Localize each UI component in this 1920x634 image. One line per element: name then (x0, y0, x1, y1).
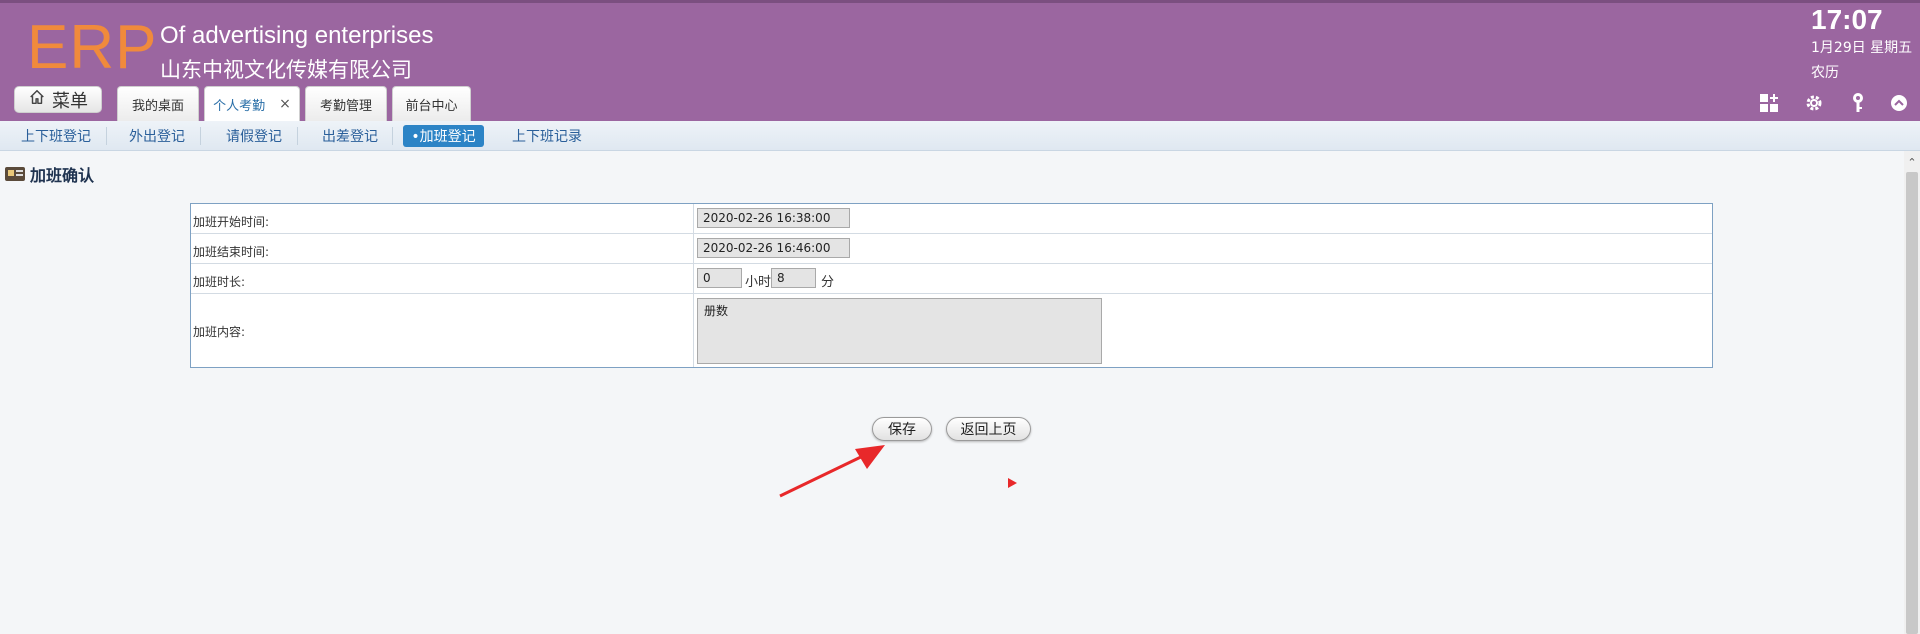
subnav-commute-registration[interactable]: 上下班登记 (14, 125, 98, 147)
duration-label: 加班时长: (193, 275, 246, 289)
app-header: ERP Of advertising enterprises 山东中视文化传媒有… (0, 0, 1920, 121)
start-time-label: 加班开始时间: (193, 215, 270, 229)
annotation-arrow-icon (779, 445, 885, 498)
sub-navigation: 上下班登记 外出登记 请假登记 出差登记 •加班登记 上下班记录 (0, 121, 1920, 151)
tab-close-icon[interactable]: × (279, 96, 291, 112)
tab-front-center[interactable]: 前台中心 (392, 86, 471, 121)
tab-label: 个人考勤 (213, 98, 266, 114)
minutes-unit: 分 (821, 275, 835, 290)
confirm-icon (5, 167, 25, 181)
column-divider (693, 294, 694, 367)
subnav-divider (200, 127, 201, 145)
tab-personal-attendance[interactable]: 个人考勤 × (204, 86, 300, 121)
menu-button[interactable]: 菜单 (14, 86, 102, 113)
minutes-field[interactable]: 8 (771, 268, 816, 288)
subnav-overtime-registration[interactable]: •加班登记 (403, 125, 484, 147)
subnav-leave-registration[interactable]: 请假登记 (219, 125, 289, 147)
page-title: 加班确认 (4, 162, 94, 186)
company-name-cn: 山东中视文化传媒有限公司 (160, 58, 412, 82)
header-top-line (0, 0, 1920, 3)
form-row-duration: 加班时长: 0 小时 8 分 (191, 264, 1712, 294)
form-row-end: 加班结束时间: 2020-02-26 16:46:00 (191, 234, 1712, 264)
subnav-outing-registration[interactable]: 外出登记 (122, 125, 192, 147)
tab-label: 前台中心 (405, 98, 458, 114)
content-label: 加班内容: (193, 325, 246, 339)
erp-logo: ERP (27, 13, 158, 82)
hours-field[interactable]: 0 (697, 268, 742, 288)
overtime-form: 加班开始时间: 2020-02-26 16:38:00 加班结束时间: 2020… (190, 203, 1713, 368)
page-title-text: 加班确认 (30, 166, 95, 185)
lunar-calendar-link[interactable]: 农历 (1811, 62, 1839, 82)
end-time-field[interactable]: 2020-02-26 16:46:00 (697, 238, 850, 258)
tab-label: 我的桌面 (131, 98, 184, 114)
form-row-start: 加班开始时间: 2020-02-26 16:38:00 (191, 204, 1712, 234)
subnav-commute-records[interactable]: 上下班记录 (505, 125, 589, 147)
hours-unit: 小时 (745, 275, 772, 290)
end-time-label: 加班结束时间: (193, 245, 270, 259)
subnav-divider (392, 127, 393, 145)
subnav-business-trip-registration[interactable]: 出差登记 (315, 125, 385, 147)
column-divider (693, 264, 694, 293)
start-time-field[interactable]: 2020-02-26 16:38:00 (697, 208, 850, 228)
subnav-divider (297, 127, 298, 145)
save-button[interactable]: 保存 (872, 417, 932, 441)
column-divider (693, 204, 694, 233)
gear-icon[interactable] (1803, 92, 1825, 114)
tab-label: 考勤管理 (319, 98, 372, 114)
grid-add-icon[interactable] (1758, 92, 1780, 114)
menu-label: 菜单 (52, 90, 88, 112)
scroll-thumb[interactable] (1906, 172, 1918, 634)
home-icon (28, 88, 46, 111)
annotation-triangle-icon (1008, 478, 1017, 488)
column-divider (693, 234, 694, 263)
content-textarea[interactable]: 册数 (697, 298, 1102, 364)
form-row-content: 加班内容: 册数 (191, 294, 1712, 367)
back-button[interactable]: 返回上页 (946, 417, 1031, 441)
scroll-up-icon[interactable]: ⌃ (1905, 155, 1919, 169)
clock-date: 1月29日 星期五 (1811, 40, 1913, 56)
tab-attendance-management[interactable]: 考勤管理 (305, 86, 387, 121)
company-name-en: Of advertising enterprises (160, 22, 434, 49)
clock-time: 17:07 (1811, 4, 1883, 35)
collapse-icon[interactable] (1888, 92, 1910, 114)
tab-my-desktop[interactable]: 我的桌面 (117, 86, 199, 121)
key-icon[interactable] (1847, 92, 1869, 114)
subnav-divider (106, 127, 107, 145)
